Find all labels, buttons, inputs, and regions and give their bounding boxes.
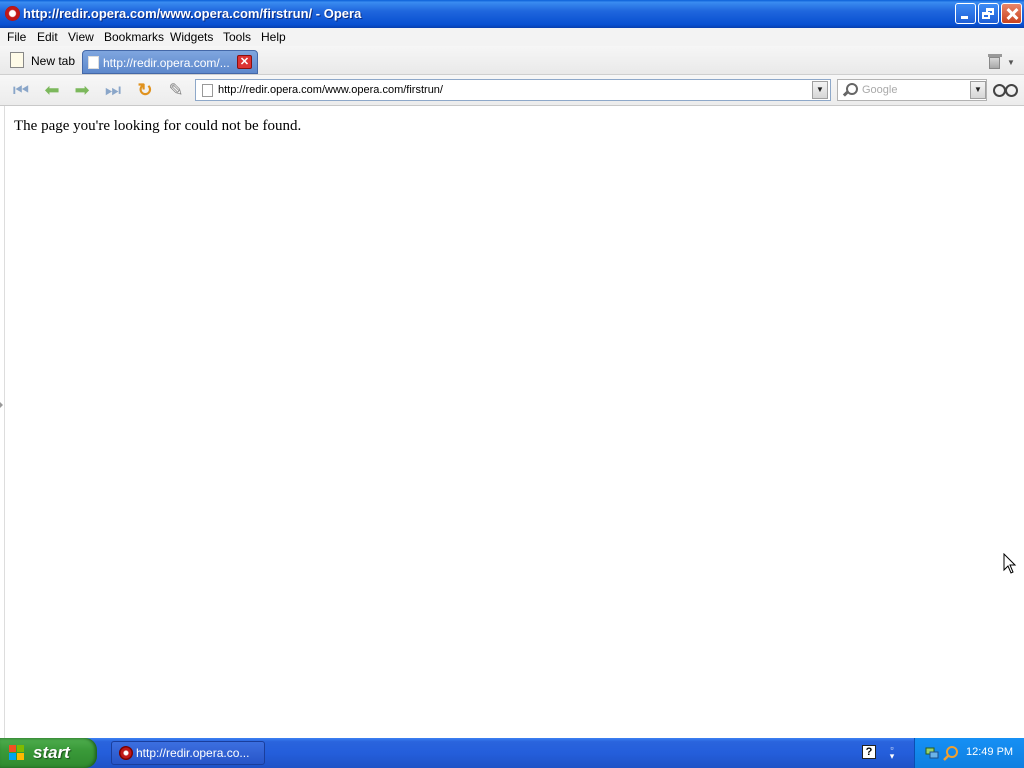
trash-can-icon[interactable] (988, 53, 1002, 69)
back-icon[interactable]: ⬅ (40, 79, 64, 101)
address-bar[interactable]: ▼ (195, 79, 831, 101)
page-content: The page you're looking for could not be… (4, 106, 1020, 738)
glasses-lens-right (1005, 84, 1018, 97)
error-message: The page you're looking for could not be… (14, 118, 302, 134)
menu-view[interactable]: View (68, 30, 94, 44)
opera-logo-icon[interactable] (5, 6, 20, 21)
rewind-icon[interactable]: ⏮ (9, 79, 33, 101)
title-bar: http://redir.opera.com/www.opera.com/fir… (0, 0, 1024, 28)
address-input[interactable] (218, 81, 808, 99)
clock: 12:49 PM (966, 746, 1014, 758)
minimize-icon (956, 4, 975, 23)
restore-icon (979, 4, 998, 23)
menu-bar: File Edit View Bookmarks Widgets Tools H… (0, 28, 1024, 46)
address-page-icon (202, 84, 213, 97)
forward-icon[interactable]: ➡ (70, 79, 94, 101)
system-tray: 12:49 PM (914, 738, 1024, 768)
window-title: http://redir.opera.com/www.opera.com/fir… (23, 6, 362, 21)
glasses-icon[interactable] (993, 84, 1018, 97)
search-box[interactable]: ▼ (837, 79, 987, 101)
flag-green (17, 745, 24, 752)
mouse-cursor-icon (1003, 553, 1017, 574)
menu-file[interactable]: File (7, 30, 26, 44)
new-tab-label: New tab (31, 54, 76, 68)
edit-pencil-icon[interactable]: ✎ (164, 79, 188, 101)
menu-edit[interactable]: Edit (37, 30, 58, 44)
search-tray-icon[interactable] (943, 745, 959, 761)
flag-red (9, 745, 16, 752)
navigation-toolbar: ⏮ ⬅ ➡ ⏭ ↻ ✎ ▼ ▼ (0, 75, 1024, 106)
tab-active[interactable]: http://redir.opera.com/... ✕ (82, 50, 258, 74)
new-page-icon (10, 52, 24, 68)
flag-blue (9, 753, 16, 760)
minimize-button[interactable] (955, 3, 976, 24)
fast-forward-icon[interactable]: ⏭ (101, 79, 125, 101)
tab-bar: New tab http://redir.opera.com/... ✕ ▼ (0, 46, 1024, 75)
trash-body (989, 57, 1000, 69)
help-icon[interactable]: ? (862, 745, 876, 759)
search-input[interactable] (862, 81, 962, 99)
page-icon (88, 56, 99, 69)
trash-dropdown-icon[interactable]: ▼ (1007, 58, 1015, 67)
address-dropdown-icon[interactable]: ▼ (812, 81, 828, 99)
show-desktop-icon[interactable]: ▫ ▾ (886, 744, 898, 761)
search-engine-icon[interactable] (842, 82, 858, 98)
opera-taskbar-icon (119, 746, 133, 760)
taskbar-item-opera[interactable]: http://redir.opera.co... (111, 741, 265, 765)
close-icon (1002, 4, 1021, 23)
search-dropdown-icon[interactable]: ▼ (970, 81, 986, 99)
panel-toggle-handle[interactable] (0, 402, 3, 408)
tab-title: http://redir.opera.com/... (103, 56, 230, 70)
network-icon[interactable] (925, 746, 939, 760)
menu-tools[interactable]: Tools (223, 30, 251, 44)
restore-button[interactable] (978, 3, 999, 24)
menu-bookmarks[interactable]: Bookmarks (104, 30, 164, 44)
close-button[interactable] (1001, 3, 1022, 24)
reload-icon[interactable]: ↻ (133, 79, 157, 101)
windows-logo-icon (9, 745, 26, 762)
start-label: start (33, 743, 70, 762)
taskbar-item-label: http://redir.opera.co... (136, 746, 250, 760)
flag-yellow (17, 753, 24, 760)
menu-widgets[interactable]: Widgets (170, 30, 213, 44)
menu-help[interactable]: Help (261, 30, 286, 44)
start-button[interactable]: start (0, 738, 97, 768)
tab-close-icon[interactable]: ✕ (237, 55, 252, 69)
